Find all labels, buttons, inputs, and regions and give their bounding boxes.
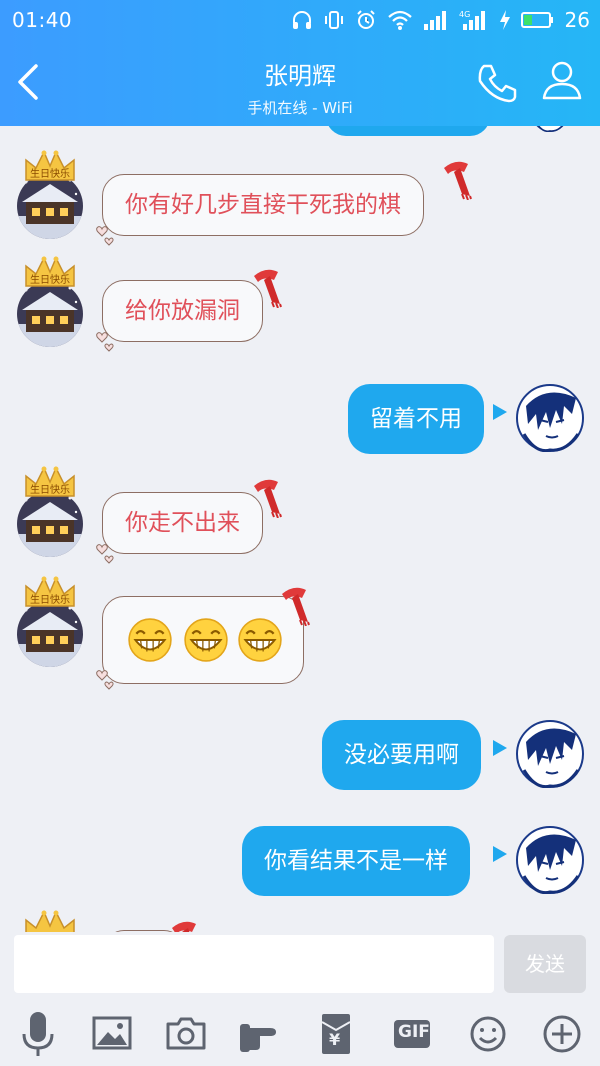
contact-avatar[interactable] xyxy=(16,600,84,668)
bubble-tail xyxy=(493,846,507,862)
my-avatar[interactable] xyxy=(516,384,584,452)
bubble-tail xyxy=(493,404,507,420)
message-bubble-sent[interactable]: 留着不用 xyxy=(348,384,484,454)
crown-text: 生日快乐 xyxy=(30,485,70,496)
profile-button[interactable] xyxy=(540,58,584,102)
voice-call-button[interactable] xyxy=(476,60,520,104)
alarm-icon xyxy=(356,10,375,29)
scarf-decoration-icon xyxy=(170,918,200,932)
message-bubble-received[interactable]: 给你放漏洞 xyxy=(102,280,263,342)
partial-message xyxy=(326,126,490,136)
wifi-icon xyxy=(387,10,412,30)
contact-avatar[interactable] xyxy=(16,490,84,558)
phone-icon xyxy=(478,64,517,103)
battery-level: 26 xyxy=(564,8,590,32)
signal-icon xyxy=(423,11,446,30)
contact-avatar[interactable] xyxy=(16,172,84,240)
plus-icon xyxy=(543,1015,581,1053)
my-avatar xyxy=(522,126,578,132)
input-toolbar: ¥ GIF xyxy=(0,1006,600,1062)
gif-button[interactable]: GIF xyxy=(384,1006,440,1062)
hearts-decoration-icon xyxy=(92,222,122,248)
input-area: 发送 ¥ GIF xyxy=(0,932,600,1066)
send-button[interactable]: 发送 xyxy=(504,935,586,993)
hearts-decoration-icon xyxy=(92,540,122,566)
message-bubble-received[interactable]: 你走不出来 xyxy=(102,492,263,554)
message-input[interactable] xyxy=(14,935,494,993)
battery-icon xyxy=(520,12,553,28)
red-packet-button[interactable]: ¥ xyxy=(308,1006,364,1062)
contact-avatar[interactable] xyxy=(16,280,84,348)
grin-emoji xyxy=(183,617,229,663)
hearts-decoration-icon xyxy=(92,666,122,692)
svg-text:4G: 4G xyxy=(459,10,470,19)
gif-label: GIF xyxy=(398,1022,430,1042)
more-button[interactable] xyxy=(534,1006,590,1062)
signal-4g-icon: 4G xyxy=(459,10,485,30)
my-avatar[interactable] xyxy=(516,720,584,788)
red-packet-label: ¥ xyxy=(329,1030,341,1049)
title-bar: 张明辉 手机在线 - WiFi xyxy=(0,40,600,126)
crown-text: 生日快乐 xyxy=(30,595,70,606)
message-list[interactable]: 生日快乐 你有好几步直接干死我的棋 生日快乐 给你放漏洞 留着不用 生日快乐 你… xyxy=(0,126,600,932)
voice-button[interactable] xyxy=(10,1006,66,1062)
charging-icon xyxy=(499,10,510,30)
chat-header: 01:40 4G 26 张明辉 手机在线 - WiFi xyxy=(0,0,600,126)
my-avatar[interactable] xyxy=(516,826,584,894)
image-icon xyxy=(92,1016,132,1050)
hearts-decoration-icon xyxy=(92,328,122,354)
poke-button[interactable] xyxy=(234,1006,290,1062)
status-icons: 4G 26 xyxy=(291,8,590,32)
scarf-decoration-icon xyxy=(252,266,282,308)
status-bar: 01:40 4G 26 xyxy=(0,0,600,40)
message-bubble-received[interactable]: 你有好几步直接干死我的棋 xyxy=(102,174,424,236)
grin-emoji xyxy=(127,617,173,663)
image-button[interactable] xyxy=(84,1006,140,1062)
message-bubble-sent[interactable]: 你看结果不是一样 xyxy=(242,826,470,896)
poke-icon xyxy=(240,1024,276,1052)
camera-icon xyxy=(166,1017,206,1050)
scarf-decoration-icon xyxy=(280,584,310,626)
grin-emoji xyxy=(237,617,283,663)
message-bubble-sent[interactable]: 没必要用啊 xyxy=(322,720,481,790)
status-time: 01:40 xyxy=(12,8,73,32)
camera-button[interactable] xyxy=(158,1006,214,1062)
scarf-decoration-icon xyxy=(442,158,472,200)
vibrate-icon xyxy=(324,11,343,29)
crown-text: 生日快乐 xyxy=(30,275,70,286)
emoji-icon xyxy=(470,1016,506,1052)
profile-icon xyxy=(542,61,582,100)
bubble-tail xyxy=(493,740,507,756)
message-bubble-received[interactable] xyxy=(102,596,304,684)
birthday-crown-icon xyxy=(22,910,78,932)
scarf-decoration-icon xyxy=(252,476,282,518)
emoji-button[interactable] xyxy=(460,1006,516,1062)
mic-icon xyxy=(22,1012,54,1056)
crown-text: 生日快乐 xyxy=(30,169,70,180)
headphones-icon xyxy=(292,11,311,29)
